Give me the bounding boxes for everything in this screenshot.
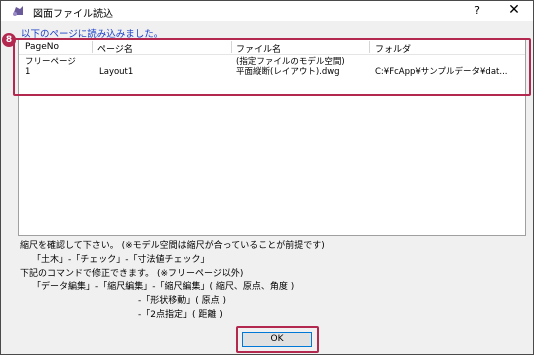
window-title: 図面ファイル読込	[33, 9, 113, 20]
close-button[interactable]: ✕	[505, 2, 523, 18]
dialog-window: 図面ファイル読込 ? ✕ 以下のページに読み込みました。 8 PageNo ペー…	[0, 0, 534, 355]
note-line: -「2点指定」( 距離 )	[138, 310, 223, 320]
note-line: 「データ編集」-「縮尺編集」-「縮尺編集」( 縮尺、原点、角度 )	[32, 282, 295, 292]
note-line: 下記のコマンドで修正できます。 (※フリーページ以外)	[20, 269, 244, 279]
help-button[interactable]: ?	[469, 4, 485, 17]
note-line: 「土木」-「チェック」-「寸法値チェック」	[32, 255, 210, 265]
ok-button[interactable]: OK	[242, 332, 312, 347]
list-highlight-frame	[13, 38, 531, 96]
app-icon	[13, 6, 23, 16]
title-bar: 図面ファイル読込 ? ✕	[1, 1, 533, 21]
note-line: 縮尺を確認して下さい。 (※モデル空間は縮尺が合っていることが前提です)	[20, 241, 325, 251]
note-line: -「形状移動」( 原点 )	[138, 296, 226, 306]
